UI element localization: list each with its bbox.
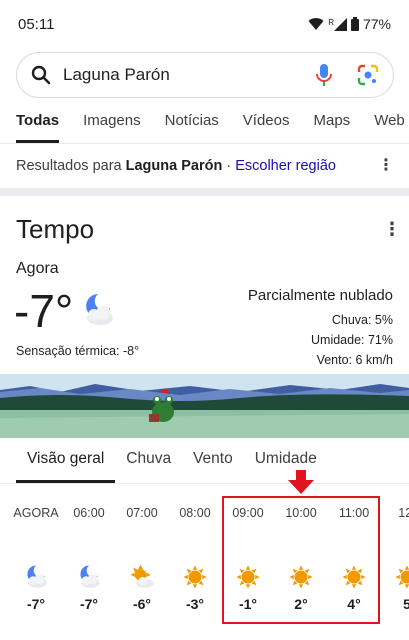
weather-stats: Chuva: 5% Umidade: 71% Vento: 6 km/h xyxy=(311,310,393,370)
hourly-time: 07:00 xyxy=(126,506,158,520)
rain-chance: Chuva: 5% xyxy=(331,313,393,327)
partly-cloudy-night-icon xyxy=(86,294,113,325)
hourly-temperature: 5 xyxy=(403,596,409,612)
cell-signal-icon xyxy=(333,17,347,31)
current-temperature: -7° xyxy=(14,285,74,337)
tab-all[interactable]: Todas xyxy=(16,112,60,143)
now-label: Agora xyxy=(16,260,59,277)
tab-overview[interactable]: Visão geral xyxy=(16,450,116,483)
partly-cloudy-night-icon xyxy=(63,562,115,592)
tab-rain[interactable]: Chuva xyxy=(115,450,182,483)
partly-sunny-icon xyxy=(116,562,168,592)
search-icon xyxy=(31,65,51,85)
hourly-item[interactable]: 07:00 -6° xyxy=(116,506,168,612)
change-region-link[interactable]: Escolher região xyxy=(235,158,336,174)
tab-images[interactable]: Imagens xyxy=(83,112,141,143)
results-for-text: Resultados para Laguna Parón · Escolher … xyxy=(16,158,336,174)
battery-level: 77% xyxy=(362,16,391,32)
wind-speed: Vento: 6 km/h xyxy=(316,353,393,367)
wifi-icon xyxy=(308,18,324,30)
weather-illustration xyxy=(0,374,409,438)
sun-icon xyxy=(381,562,409,592)
microphone-icon[interactable] xyxy=(315,63,333,87)
more-options-icon[interactable]: ⋮ xyxy=(378,158,394,174)
arrow-down-icon xyxy=(288,470,314,494)
weather-more-options-icon[interactable]: ⋮ xyxy=(383,219,401,240)
results-for-place: Laguna Parón xyxy=(125,158,223,174)
results-for-bar: Resultados para Laguna Parón · Escolher … xyxy=(16,158,394,175)
hourly-time: 06:00 xyxy=(73,506,105,520)
sun-icon xyxy=(169,562,221,592)
weather-condition: Parcialmente nublado xyxy=(247,287,393,304)
hourly-temperature: -3° xyxy=(185,596,205,612)
tab-videos[interactable]: Vídeos xyxy=(243,112,290,143)
status-bar: 05:11 R 77% xyxy=(0,0,409,48)
feels-like: Sensação térmica: -8° xyxy=(16,344,140,358)
status-icons: R 77% xyxy=(308,16,391,32)
hourly-item[interactable]: 06:00 -7° xyxy=(63,506,115,612)
partly-cloudy-night-icon xyxy=(10,562,62,592)
status-time: 05:11 xyxy=(18,15,55,33)
search-input[interactable]: Laguna Parón xyxy=(63,65,315,85)
tab-maps[interactable]: Maps xyxy=(314,112,351,143)
hourly-item[interactable]: AGORA -7° xyxy=(10,506,62,612)
tab-web[interactable]: Web xyxy=(374,112,405,143)
hourly-time: 12: xyxy=(398,506,409,520)
hourly-temperature: -7° xyxy=(26,596,46,612)
hourly-temperature: -7° xyxy=(79,596,99,612)
humidity: Umidade: 71% xyxy=(311,333,393,347)
hourly-item[interactable]: 08:00 -3° xyxy=(169,506,221,612)
tab-humidity[interactable]: Umidade xyxy=(244,450,328,483)
hourly-item[interactable]: 12: 5 xyxy=(381,506,409,612)
section-divider xyxy=(0,188,409,196)
tab-wind[interactable]: Vento xyxy=(182,450,244,483)
hourly-time: AGORA xyxy=(13,506,59,520)
battery-icon xyxy=(350,17,359,31)
search-bar[interactable]: Laguna Parón xyxy=(16,52,394,98)
hourly-time: 08:00 xyxy=(179,506,211,520)
highlight-box xyxy=(222,496,380,624)
google-lens-icon[interactable] xyxy=(357,64,379,86)
search-tabs: Todas Imagens Notícias Vídeos Maps Web xyxy=(0,112,409,144)
weather-tabs: Visão geral Chuva Vento Umidade xyxy=(0,450,409,484)
tab-news[interactable]: Notícias xyxy=(165,112,219,143)
hourly-temperature: -6° xyxy=(132,596,152,612)
weather-title: Tempo xyxy=(16,214,95,244)
